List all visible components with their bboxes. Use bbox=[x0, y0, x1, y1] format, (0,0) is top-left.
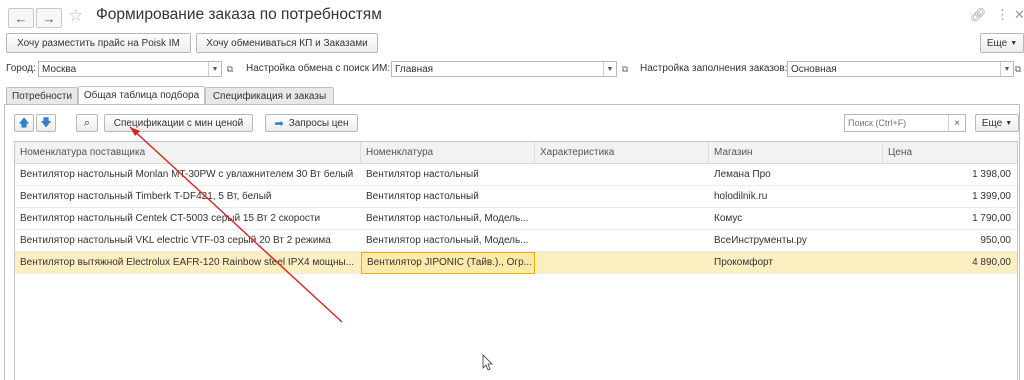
magnifier-icon: ⌕ bbox=[83, 116, 91, 129]
characteristic-cell bbox=[535, 252, 709, 273]
item-cell-focused[interactable]: Вентилятор JIPONIC (Тайв.)., Огр... bbox=[361, 252, 535, 274]
favorite-star-icon[interactable]: ☆ bbox=[68, 6, 83, 26]
shop-cell: holodilnik.ru bbox=[714, 191, 768, 202]
shop-cell: Комус bbox=[714, 213, 743, 224]
link-icon[interactable]: 🔗︎ bbox=[970, 7, 987, 23]
price-cell: 1 398,00 bbox=[972, 169, 1011, 180]
characteristic-cell bbox=[535, 186, 709, 207]
tab-needs[interactable]: Потребности bbox=[6, 87, 78, 104]
item-cell: Вентилятор настольный, Модель... bbox=[366, 213, 529, 224]
poisk-price-button[interactable]: Хочу разместить прайс на Poisk IM bbox=[6, 33, 191, 53]
dropdown-arrow-icon[interactable]: ▼ bbox=[1000, 62, 1013, 76]
fill-field[interactable]: Основная ▼ bbox=[787, 61, 1014, 77]
price-requests-button[interactable]: ➡ Запросы цен bbox=[265, 114, 358, 132]
supplier-item-cell: Вентилятор настольный Monlan MT-30PW с у… bbox=[20, 169, 354, 180]
forward-button[interactable]: → bbox=[36, 8, 62, 28]
title-bar: ← → ☆ Формирование заказа по потребностя… bbox=[0, 0, 1024, 32]
tab-specification[interactable]: Спецификация и заказы bbox=[205, 87, 334, 104]
exchange-value: Главная bbox=[395, 63, 434, 75]
menu-dots-icon[interactable]: ⋮ bbox=[996, 7, 1009, 23]
column-header[interactable]: Характеристика bbox=[535, 142, 709, 163]
move-down-button[interactable]: 🡇 bbox=[36, 114, 56, 132]
dropdown-arrow-icon[interactable]: ▼ bbox=[603, 62, 616, 76]
column-header[interactable]: Номенклатура bbox=[361, 142, 535, 163]
column-header[interactable]: Номенклатура поставщика bbox=[15, 142, 361, 163]
selection-table[interactable]: Номенклатура поставщика Номенклатура Хар… bbox=[14, 141, 1018, 380]
column-header[interactable]: Цена bbox=[883, 142, 1017, 163]
open-form-icon[interactable]: ⧉ bbox=[1013, 61, 1023, 77]
table-header: Номенклатура поставщика Номенклатура Хар… bbox=[15, 142, 1017, 164]
open-form-icon[interactable]: ⧉ bbox=[224, 61, 236, 77]
exchange-kp-button[interactable]: Хочу обмениваться КП и Заказами bbox=[196, 33, 378, 53]
table-row[interactable]: Вентилятор настольный VKL electric VTF-0… bbox=[15, 230, 1017, 252]
arrow-left-icon: ← bbox=[14, 10, 28, 26]
exchange-label: Настройка обмена с поиск ИМ: bbox=[246, 63, 391, 74]
fill-value: Основная bbox=[791, 63, 837, 75]
open-form-icon[interactable]: ⧉ bbox=[619, 61, 631, 77]
supplier-item-cell: Вентилятор вытяжной Electrolux EAFR-120 … bbox=[20, 257, 355, 268]
table-row-selected[interactable]: Вентилятор вытяжной Electrolux EAFR-120 … bbox=[15, 252, 1017, 274]
close-icon[interactable]: ✕ bbox=[1014, 7, 1024, 23]
characteristic-cell bbox=[535, 208, 709, 229]
move-up-button[interactable]: 🡅 bbox=[14, 114, 34, 132]
shop-cell: Прокомфорт bbox=[714, 257, 773, 268]
shop-cell: ВсеИнструменты.ру bbox=[714, 235, 807, 246]
arrow-right-icon: ➡ bbox=[274, 117, 284, 130]
supplier-item-cell: Вентилятор настольный Timberk T-DF421, 5… bbox=[20, 191, 272, 202]
arrow-right-icon: → bbox=[42, 10, 56, 26]
back-button[interactable]: ← bbox=[8, 8, 34, 28]
table-row[interactable]: Вентилятор настольный Monlan MT-30PW с у… bbox=[15, 164, 1017, 186]
spec-min-price-button[interactable]: Спецификации с мин ценой bbox=[104, 114, 253, 132]
top-more-button[interactable]: Еще ▼ bbox=[980, 33, 1024, 53]
supplier-item-cell: Вентилятор настольный VKL electric VTF-0… bbox=[20, 235, 331, 246]
panel-more-button[interactable]: Еще ▼ bbox=[975, 114, 1019, 132]
price-cell: 1 399,00 bbox=[972, 191, 1011, 202]
item-cell: Вентилятор настольный bbox=[366, 169, 479, 180]
top-more-label: Еще bbox=[986, 37, 1008, 49]
tab-general-table[interactable]: Общая таблица подбора bbox=[78, 86, 205, 104]
arrow-up-icon: 🡅 bbox=[18, 116, 30, 129]
price-cell: 1 790,00 bbox=[972, 213, 1011, 224]
clear-icon[interactable]: × bbox=[948, 115, 965, 131]
table-row[interactable]: Вентилятор настольный Centek CT-5003 сер… bbox=[15, 208, 1017, 230]
arrow-down-icon: 🡇 bbox=[40, 116, 52, 129]
shop-cell: Лемана Про bbox=[714, 169, 771, 180]
characteristic-cell bbox=[535, 164, 709, 185]
search-box[interactable]: × bbox=[844, 114, 966, 132]
city-field[interactable]: Москва ▼ bbox=[38, 61, 222, 77]
fill-label: Настройка заполнения заказов: bbox=[640, 63, 788, 74]
column-header[interactable]: Магазин bbox=[709, 142, 883, 163]
chevron-down-icon: ▼ bbox=[1010, 39, 1018, 47]
characteristic-cell bbox=[535, 230, 709, 251]
chevron-down-icon: ▼ bbox=[1005, 119, 1013, 127]
city-value: Москва bbox=[42, 63, 77, 75]
price-requests-label: Запросы цен bbox=[288, 117, 349, 129]
price-cell: 4 890,00 bbox=[972, 257, 1011, 268]
window-title: Формирование заказа по потребностям bbox=[96, 6, 382, 23]
dropdown-arrow-icon[interactable]: ▼ bbox=[208, 62, 221, 76]
city-label: Город: bbox=[6, 63, 36, 74]
item-cell: Вентилятор настольный, Модель... bbox=[366, 235, 529, 246]
search-input[interactable] bbox=[845, 117, 948, 129]
panel-more-label: Еще bbox=[981, 117, 1003, 129]
table-row[interactable]: Вентилятор настольный Timberk T-DF421, 5… bbox=[15, 186, 1017, 208]
price-cell: 950,00 bbox=[980, 235, 1011, 246]
item-cell: Вентилятор настольный bbox=[366, 191, 479, 202]
find-button[interactable]: ⌕ bbox=[76, 114, 98, 132]
exchange-field[interactable]: Главная ▼ bbox=[391, 61, 617, 77]
supplier-item-cell: Вентилятор настольный Centek CT-5003 сер… bbox=[20, 213, 321, 224]
